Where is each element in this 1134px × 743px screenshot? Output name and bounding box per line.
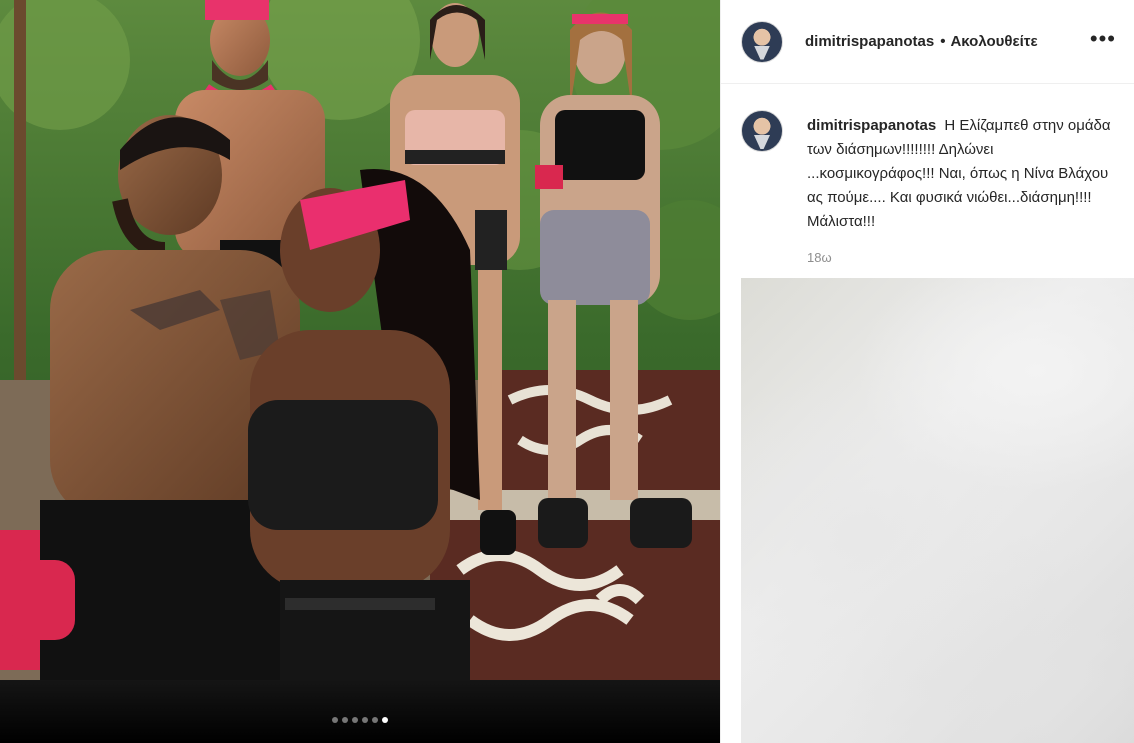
post-header: dimitrispapanotas • Ακολουθείτε •••: [721, 0, 1134, 84]
carousel-dot-active[interactable]: [382, 717, 388, 723]
more-options-icon[interactable]: •••: [1090, 28, 1116, 50]
blurred-overlay: [741, 278, 1134, 743]
instagram-post-view: dimitrispapanotas • Ακολουθείτε ••• dimi…: [0, 0, 1134, 743]
carousel-indicator: [0, 717, 720, 723]
post-media[interactable]: [0, 0, 720, 743]
caption-avatar[interactable]: [741, 110, 783, 152]
post-photo: [0, 0, 720, 680]
profile-avatar[interactable]: [741, 20, 783, 63]
separator-dot: •: [940, 33, 946, 50]
post-timestamp[interactable]: 18ω: [807, 246, 1114, 270]
carousel-dot[interactable]: [342, 717, 348, 723]
carousel-dot[interactable]: [372, 717, 378, 723]
post-sidebar: dimitrispapanotas • Ακολουθείτε ••• dimi…: [720, 0, 1134, 743]
caption-username[interactable]: dimitrispapanotas: [807, 117, 936, 134]
caption-body: dimitrispapanotas Η Ελίζαμπεθ στην ομάδα…: [807, 114, 1114, 270]
caption: dimitrispapanotas Η Ελίζαμπεθ στην ομάδα…: [721, 84, 1134, 270]
header-username[interactable]: dimitrispapanotas: [805, 33, 934, 50]
carousel-dot[interactable]: [332, 717, 338, 723]
carousel-dot[interactable]: [362, 717, 368, 723]
carousel-dot[interactable]: [352, 717, 358, 723]
tv-screen-photo: [0, 0, 720, 680]
tv-bezel: [0, 680, 720, 743]
follow-status-button[interactable]: Ακολουθείτε: [950, 33, 1037, 50]
